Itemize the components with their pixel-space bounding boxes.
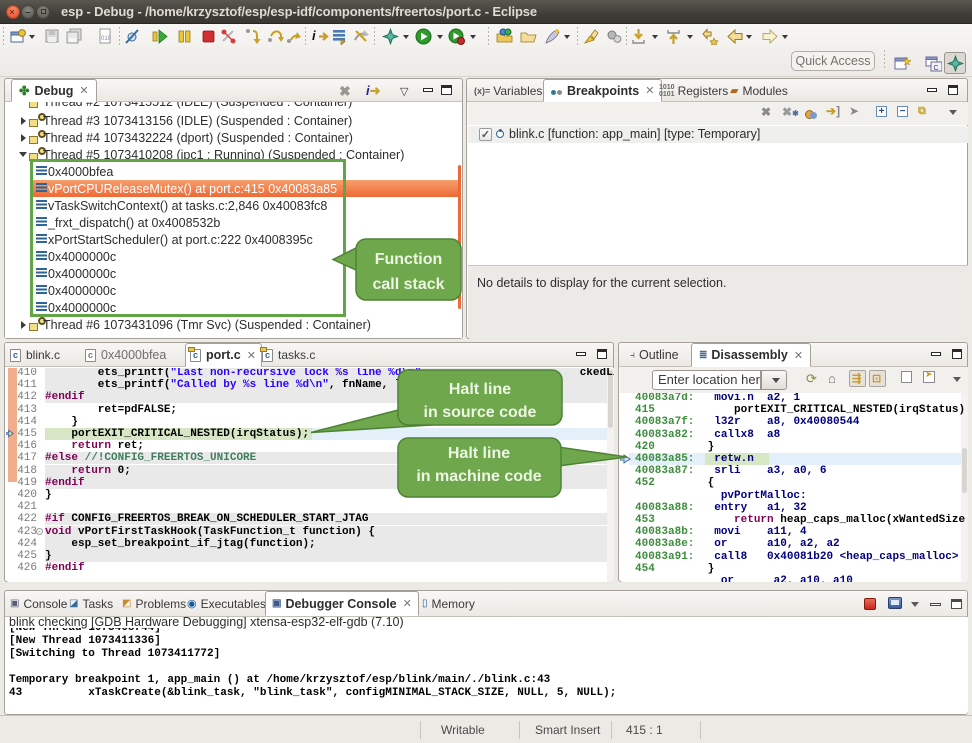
svg-text:Halt line: Halt line [449,381,511,398]
svg-text:010: 010 [101,36,112,42]
svg-text:Halt line: Halt line [448,445,510,462]
svg-text:Function: Function [375,251,443,268]
svg-text:in machine code: in machine code [416,468,541,485]
svg-text:call stack: call stack [372,276,444,293]
svg-text:C: C [934,65,939,72]
svg-text:in source code: in source code [424,404,537,421]
